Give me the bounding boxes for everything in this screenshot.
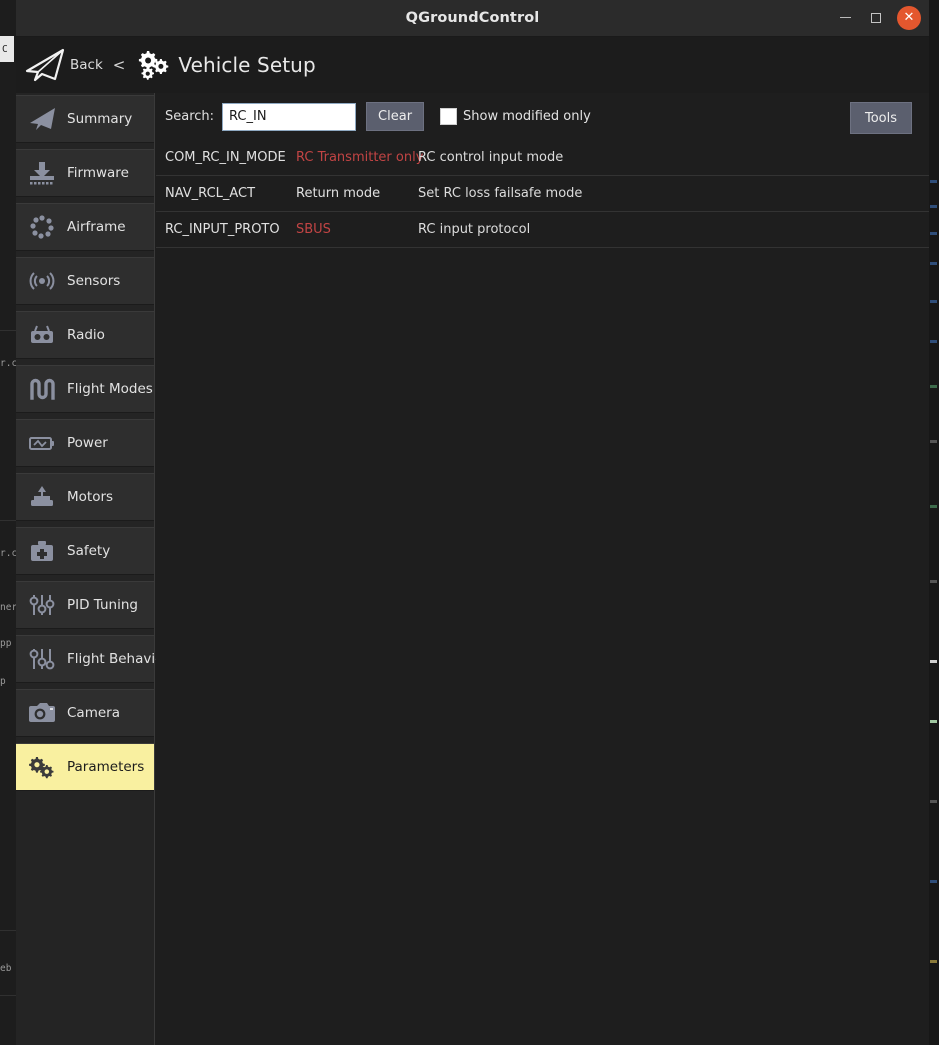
- sidebar-item-label: Safety: [67, 543, 111, 559]
- table-row[interactable]: RC_INPUT_PROTO SBUS RC input protocol: [156, 212, 929, 248]
- page-title: Vehicle Setup: [178, 53, 316, 77]
- battery-icon: [25, 428, 59, 458]
- parameter-description: Set RC loss failsafe mode: [418, 186, 583, 201]
- sidebar-item-label: Airframe: [67, 219, 126, 235]
- sidebar-item-label: Radio: [67, 327, 105, 343]
- airframe-dots-icon: [25, 212, 59, 242]
- window-title: QGroundControl: [405, 10, 540, 26]
- sidebar-item-airframe[interactable]: Airframe: [16, 203, 154, 251]
- motors-icon: [25, 482, 59, 512]
- sliders-icon: [25, 590, 59, 620]
- minimize-icon[interactable]: [834, 7, 856, 29]
- parameter-name: NAV_RCL_ACT: [165, 186, 256, 201]
- firmware-download-icon: [25, 158, 59, 188]
- parameters-search-bar: Search: Clear Show modified only Tools: [156, 93, 929, 140]
- sidebar-item-radio[interactable]: Radio: [16, 311, 154, 359]
- sliders-icon: [25, 644, 59, 674]
- sidebar-item-label: Motors: [67, 489, 114, 505]
- search-label: Search:: [165, 109, 215, 124]
- gears-icon: [135, 49, 171, 81]
- sidebar-item-firmware[interactable]: Firmware: [16, 149, 154, 197]
- parameter-name: COM_RC_IN_MODE: [165, 150, 286, 165]
- sidebar-item-label: Sensors: [67, 273, 121, 289]
- sidebar-item-label: Flight Modes: [67, 381, 153, 397]
- paper-plane-icon: [25, 104, 59, 134]
- parameter-table: COM_RC_IN_MODE RC Transmitter only RC co…: [156, 140, 929, 248]
- safety-kit-icon: [25, 536, 59, 566]
- setup-sidebar: Summary Firmware Airframe Sensors Radio …: [16, 93, 169, 1045]
- sidebar-item-sensors[interactable]: Sensors: [16, 257, 154, 305]
- vehicle-setup-header: Back < Vehicle Setup: [16, 37, 929, 93]
- parameter-name: RC_INPUT_PROTO: [165, 222, 280, 237]
- sidebar-item-camera[interactable]: Camera: [16, 689, 154, 737]
- sidebar-item-pid-tuning[interactable]: PID Tuning: [16, 581, 154, 629]
- background-divider: [0, 330, 16, 331]
- background-text: ner: [0, 602, 18, 613]
- background-text: eb: [0, 963, 12, 974]
- background-divider: [0, 930, 16, 931]
- table-row[interactable]: COM_RC_IN_MODE RC Transmitter only RC co…: [156, 140, 929, 176]
- setup-body: Summary Firmware Airframe Sensors Radio …: [16, 93, 929, 1045]
- gears-icon: [25, 752, 59, 782]
- sidebar-item-parameters[interactable]: Parameters: [16, 743, 154, 791]
- qgroundcontrol-window: QGroundControl ✕ Back < Vehicle Setup Su…: [16, 0, 929, 1045]
- window-titlebar: QGroundControl ✕: [16, 0, 929, 37]
- background-text: C: [2, 44, 8, 55]
- sidebar-item-label: Power: [67, 435, 108, 451]
- sidebar-item-power[interactable]: Power: [16, 419, 154, 467]
- back-button-label[interactable]: Back: [70, 57, 103, 73]
- sidebar-item-label: Parameters: [67, 759, 145, 775]
- paper-plane-icon[interactable]: [22, 47, 66, 83]
- radio-controller-icon: [25, 320, 59, 350]
- parameters-panel: Search: Clear Show modified only Tools C…: [156, 93, 929, 1045]
- sidebar-item-motors[interactable]: Motors: [16, 473, 154, 521]
- background-right-strip: [929, 0, 939, 1045]
- sidebar-item-summary[interactable]: Summary: [16, 95, 154, 143]
- background-text: r.c: [0, 548, 18, 559]
- camera-icon: [25, 698, 59, 728]
- background-text: p: [0, 676, 6, 687]
- background-divider: [0, 520, 16, 521]
- parameter-description: RC input protocol: [418, 222, 531, 237]
- sidebar-item-label: PID Tuning: [67, 597, 138, 613]
- search-input[interactable]: [222, 102, 357, 131]
- parameter-value[interactable]: RC Transmitter only: [296, 150, 423, 165]
- close-icon[interactable]: ✕: [897, 6, 921, 30]
- sidebar-item-safety[interactable]: Safety: [16, 527, 154, 575]
- sensors-waves-icon: [25, 266, 59, 296]
- sidebar-item-flight-behavior[interactable]: Flight Behavior: [16, 635, 169, 683]
- show-modified-label: Show modified only: [463, 109, 591, 124]
- tools-button[interactable]: Tools: [850, 102, 912, 134]
- parameter-value[interactable]: SBUS: [296, 222, 418, 237]
- sidebar-item-label: Camera: [67, 705, 120, 721]
- clear-button[interactable]: Clear: [366, 102, 425, 131]
- background-text: r.c: [0, 358, 18, 369]
- table-row[interactable]: NAV_RCL_ACT Return mode Set RC loss fail…: [156, 176, 929, 212]
- maximize-icon[interactable]: [865, 7, 887, 29]
- back-caret-icon: <: [112, 56, 126, 74]
- sidebar-item-flight-modes[interactable]: Flight Modes: [16, 365, 154, 413]
- parameter-value[interactable]: Return mode: [296, 186, 418, 201]
- parameter-description: RC control input mode: [418, 150, 564, 165]
- background-text: pp: [0, 638, 12, 649]
- flight-modes-wave-icon: [25, 374, 59, 404]
- sidebar-item-label: Flight Behavior: [67, 651, 169, 667]
- sidebar-item-label: Firmware: [67, 165, 129, 181]
- show-modified-checkbox[interactable]: [440, 108, 458, 125]
- sidebar-item-label: Summary: [67, 111, 133, 127]
- background-divider: [0, 995, 16, 996]
